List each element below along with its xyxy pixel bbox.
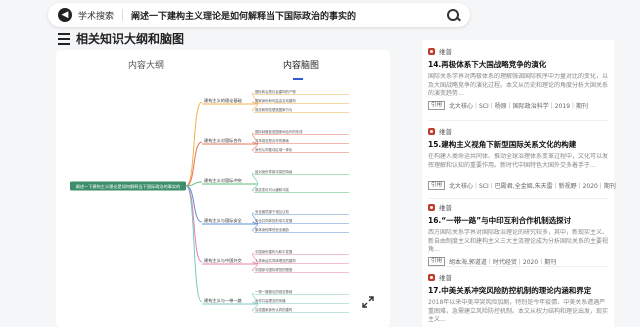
mindmap: 阐述一下建构主义理论是如何解释当下国际政治的事实的 建构主义的理论基础 国际政治是社… — [70, 89, 349, 313]
mindmap-root-label: 阐述一下建构主义理论是如何解释当下国际政治的事实的 — [76, 183, 181, 190]
cite-button[interactable]: 引用 — [428, 181, 446, 190]
mindmap-child-label: 合作共赢理念的传播 — [255, 298, 286, 303]
article-meta: 引用 胡本海,郭道道｜时代经贸｜2020｜期刊 — [428, 257, 608, 266]
mindmap-child-label: 国际制度促进国家间合作的形成 — [255, 129, 303, 134]
article-card[interactable]: 维普 17.中美关系冲突风险防控机制的理论内涵和界定 2018年以来中美冲突风险… — [428, 272, 608, 325]
article-meta: 引用 北大核心｜SCI｜杨原｜国际政治科学｜2019｜期刊 — [428, 101, 608, 110]
mindmap-child-label: 集体身份降低安全威胁 — [255, 227, 290, 232]
mindmap-branch-label: 建构主义对国际合作 — [204, 137, 243, 144]
article-card[interactable]: 维普 15.建构主义视角下新型国际关系文化的构建 在构建人类命运共同体、推动全球… — [428, 126, 616, 190]
article-card[interactable]: 维普 14.再极体系下大国战略竞争的演化 国际关系学界对两极体系的理解强调国际秩… — [428, 46, 608, 110]
article-title[interactable]: 14.再极体系下大国战略竞争的演化 — [428, 60, 608, 70]
source-icon — [428, 273, 435, 281]
list-icon — [58, 32, 70, 45]
mindmap-child-label: 安全共同体的形成与发展 — [255, 218, 293, 223]
source-icon — [428, 47, 435, 55]
section-header: 相关知识大纲和脑图 — [58, 30, 184, 47]
mindmap-child-label: 国家身份和利益由互动建构 — [255, 98, 296, 103]
tab-mindmap[interactable]: 内容脑图 — [283, 58, 319, 71]
mindmap-branch-label: 建构主义对国际冲突 — [204, 177, 242, 184]
cite-button[interactable]: 引用 — [428, 101, 446, 110]
source-badge: 维普 — [428, 126, 608, 136]
mindmap-branch-line — [185, 185, 203, 223]
search-bar: ◀ 学术搜索 阐述一下建构主义理论是如何解释当下国际政治的事实的 — [48, 3, 470, 27]
back-icon[interactable]: ◀ — [58, 8, 72, 22]
source-label: 维普 — [439, 128, 452, 136]
mindmap-child-label: 国际政治是社会建构的产物 — [255, 89, 296, 94]
mindmap-child-label: 中国身份建构与和平发展 — [255, 249, 293, 254]
article-title[interactable]: 16.“一带一路”与中印互利合作机制选探讨 — [428, 216, 608, 226]
tab-bar: 内容大纲 内容脑图 — [56, 58, 390, 80]
mindmap-child-label: 中国参与国际规范的塑造 — [255, 267, 293, 272]
source-icon — [428, 203, 435, 211]
source-label: 维普 — [439, 48, 452, 56]
mindmap-branch-label: 建构主义的理论基础 — [204, 97, 242, 104]
search-divider — [122, 9, 124, 21]
article-title[interactable]: 17.中美关系冲突风险防控机制的理论内涵和界定 — [428, 286, 608, 296]
article-title[interactable]: 15.建构主义视角下新型国际关系文化的构建 — [428, 140, 608, 150]
section-title: 相关知识大纲和脑图 — [76, 32, 185, 46]
mindmap-branch-label: 建构主义与国际安全 — [204, 217, 243, 224]
article-meta-text: 胡本海,郭道道｜时代经贸｜2020｜期刊 — [449, 259, 557, 266]
article-meta-text: 北大核心｜SCI｜巴殿君,全金姬,朱天雷｜新视野｜2020｜期刊 — [449, 183, 616, 190]
source-icon — [428, 127, 435, 135]
mindmap-child-label: 安全困境源于相互认知 — [255, 209, 290, 214]
cite-button[interactable]: 引用 — [428, 257, 446, 266]
related-articles-panel: 维普 14.再极体系下大国战略竞争的演化 国际关系学界对两极体系的理解强调国际秩… — [422, 40, 616, 327]
mindmap-child-label: 身份认同推动区域一体化 — [255, 147, 293, 152]
mindmap-child-label: 敌对身份导致冲突的持续 — [255, 169, 293, 174]
search-icon[interactable] — [444, 6, 462, 24]
article-abstract: 国际关系学界对两极体系的理解强调国际秩序中力量对比的变化，以及大国战略竞争的演化… — [428, 73, 608, 97]
search-input[interactable]: 阐述一下建构主义理论是如何解释当下国际政治的事实的 — [131, 9, 444, 22]
mindmap-branch-line — [185, 101, 203, 187]
tab-outline[interactable]: 内容大纲 — [128, 58, 164, 71]
divider — [428, 198, 608, 199]
mindmap-child-label: 沿线国家身份认同的建构 — [255, 307, 293, 312]
mindmap-branch-label: 建构主义与一带一路 — [204, 297, 243, 304]
mindmap-child-label: 人类命运共同体理念的建构 — [255, 258, 296, 263]
source-label: 维普 — [439, 204, 452, 212]
article-meta: 引用 北大核心｜SCI｜巴殿君,全金姬,朱天雷｜新视野｜2020｜期刊 — [428, 181, 616, 190]
source-badge: 维普 — [428, 46, 608, 56]
source-badge: 维普 — [428, 202, 608, 212]
source-badge: 维普 — [428, 272, 608, 282]
outline-panel: 内容大纲 内容脑图 阐述一下建构主义理论是如何解释当下国际政治的事实的 建构主义的… — [56, 50, 390, 327]
mindmap-child-label: 一带一路倡议的观念基础 — [255, 289, 293, 294]
article-abstract: 西方国际关系学界对国际政治理论的研究较多，其中，新现实主义、新自由制度主义和建构… — [428, 229, 608, 253]
divider — [428, 120, 608, 121]
search-scope-label[interactable]: 学术搜索 — [78, 9, 114, 22]
expand-icon[interactable] — [361, 295, 375, 309]
article-abstract: 在构建人类命运共同体、推动全球治理体系变革过程中，文化可以发挥理解和认知的重要作… — [428, 153, 608, 169]
mindmap-child-label: 共享观念是合作的基础 — [255, 138, 290, 143]
mindmap-child-label: 观念和规范塑造国家行为 — [255, 107, 293, 112]
divider — [428, 266, 608, 267]
mindmap-branch-label: 建构主义与中国外交 — [204, 257, 242, 264]
article-card[interactable]: 维普 16.“一带一路”与中印互利合作机制选探讨 西方国际关系学界对国际政治理论… — [428, 202, 608, 266]
article-abstract: 2018年以来中美冲突风险加剧，特别是今年疫情、中美关系遭遇严重困难，急需建立风… — [428, 299, 608, 323]
mindmap-child-label: 观念变化可以缓和冲突 — [255, 187, 290, 192]
article-meta-text: 北大核心｜SCI｜杨原｜国际政治科学｜2019｜期刊 — [449, 103, 589, 110]
source-label: 维普 — [439, 274, 452, 282]
